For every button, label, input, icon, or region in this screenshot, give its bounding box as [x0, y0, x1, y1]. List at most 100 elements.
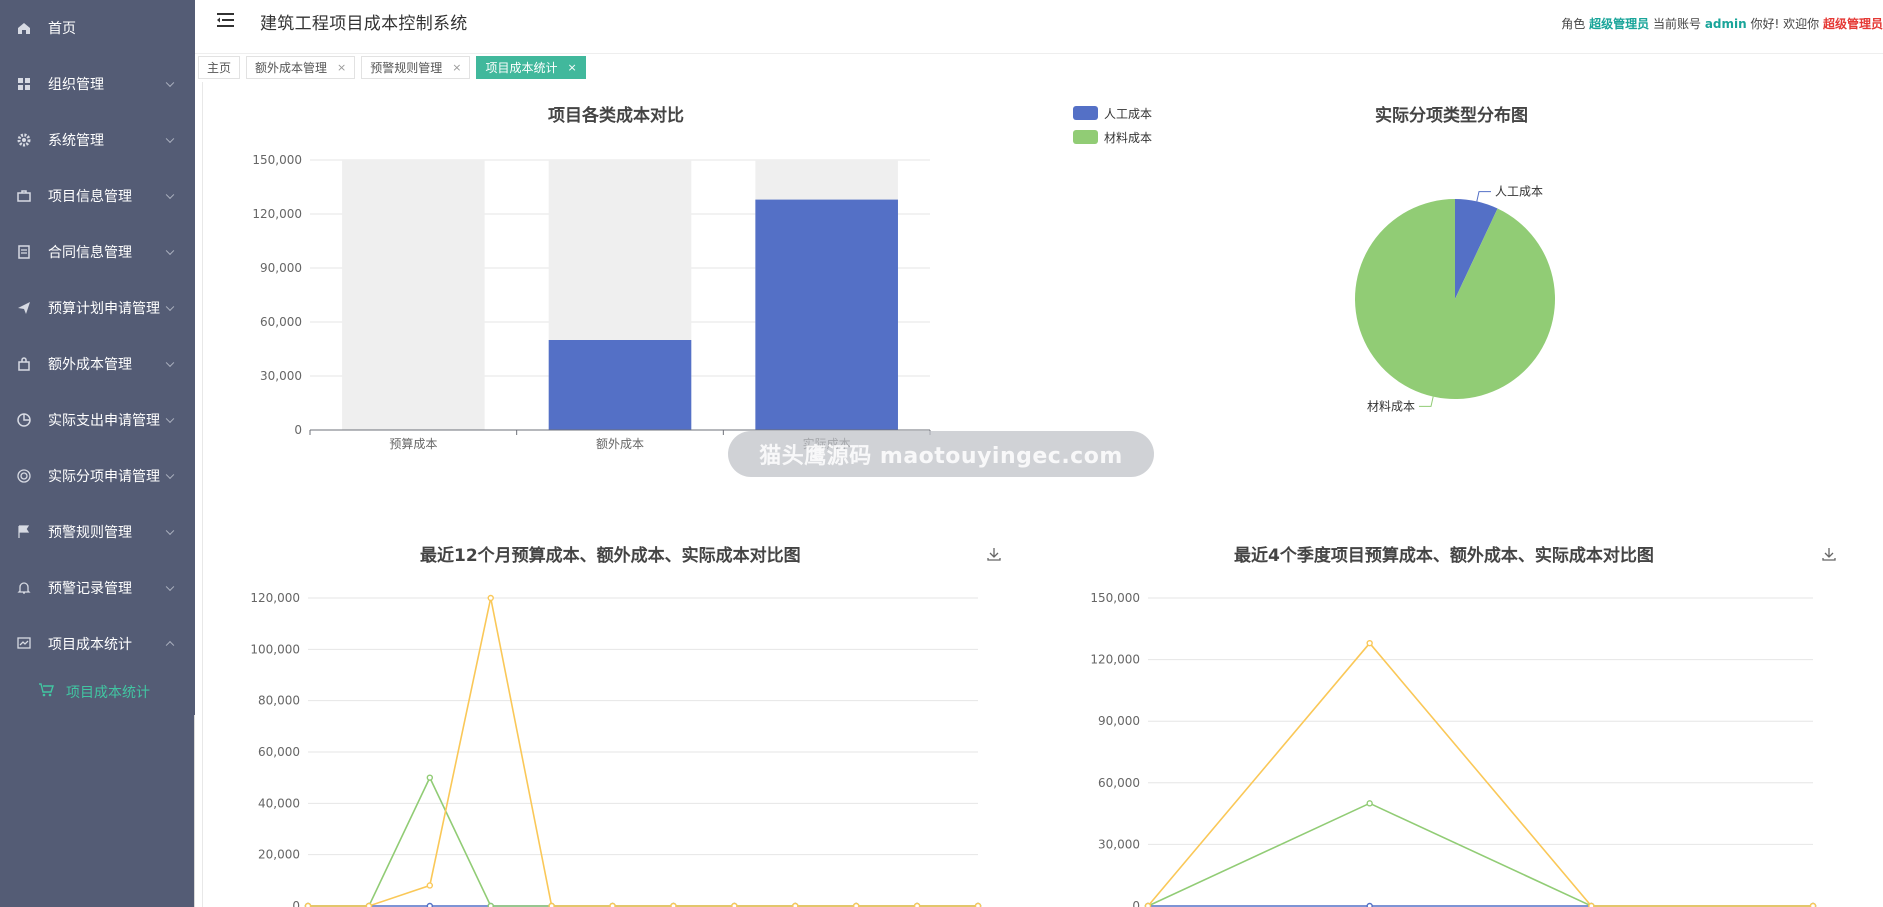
data-point [1588, 902, 1595, 907]
download-icon[interactable] [986, 546, 1002, 566]
sidebar-subitem-project-cost-stats[interactable]: 项目成本统计 [0, 669, 195, 715]
sidebar-item-8[interactable]: 实际分项申请管理 [0, 448, 195, 504]
y-tick-label: 40,000 [258, 796, 300, 810]
account-label: 当前账号 [1652, 17, 1701, 31]
tab-0[interactable]: 主页 [198, 56, 241, 79]
sidebar-item-2[interactable]: 系统管理 [0, 112, 195, 168]
sidebar-item-0[interactable]: 首页 [0, 0, 195, 56]
paper-plane-icon [0, 300, 48, 316]
role-value: 超级管理员 [1589, 17, 1650, 31]
tab-label: 额外成本管理 [255, 61, 328, 75]
data-point [731, 902, 738, 907]
tab-2[interactable]: 预警规则管理 × [361, 56, 471, 79]
data-point [304, 902, 312, 907]
pie-label: 人工成本 [1495, 185, 1543, 199]
data-point [670, 902, 677, 907]
data-point [1366, 800, 1373, 807]
data-point [609, 902, 616, 907]
cart-icon [38, 682, 54, 702]
flag-icon [0, 524, 48, 540]
tab-1[interactable]: 额外成本管理 × [246, 56, 356, 79]
sidebar-item-label: 首页 [48, 21, 76, 37]
data-point [365, 902, 373, 907]
data-point [548, 902, 555, 907]
tab-label: 主页 [207, 61, 232, 75]
y-tick-label: 100,000 [250, 642, 300, 656]
bar-chart-title: 项目各类成本对比 [548, 106, 684, 126]
welcome-name[interactable]: 超级管理员 [1823, 17, 1883, 31]
y-tick-label: 90,000 [260, 261, 302, 275]
close-icon[interactable]: × [452, 61, 461, 74]
gear-icon [0, 132, 48, 148]
bar [548, 340, 692, 430]
monthly-line-chart: 0 20,000 40,000 60,000 80,000 100,000 120,000 [250, 591, 982, 907]
sidebar-item-5[interactable]: 预算计划申请管理 [0, 280, 195, 336]
pie-label: 材料成本 [1367, 399, 1415, 413]
x-tick-label: 预算成本 [389, 436, 437, 451]
x-tick-label: 额外成本 [596, 437, 644, 451]
pie-chart: 人工成本材料成本 [1355, 185, 1555, 413]
y-tick-label: 90,000 [1098, 714, 1140, 728]
y-tick-label: 120,000 [1090, 653, 1140, 667]
sidebar-edge [194, 715, 195, 907]
monthly-line-chart-title: 最近12个月预算成本、额外成本、实际成本对比图 [420, 546, 801, 566]
legend-swatch [1073, 106, 1098, 120]
y-tick-label: 120,000 [250, 591, 300, 605]
legend-item[interactable]: 人工成本 [1073, 101, 1152, 125]
y-tick-label: 120,000 [252, 207, 302, 221]
close-icon[interactable]: × [568, 61, 577, 74]
pie-chart-title: 实际分项类型分布图 [1375, 106, 1528, 126]
data-point [487, 594, 494, 602]
data-point [1366, 639, 1373, 647]
y-tick-label: 150,000 [252, 153, 302, 167]
stats-icon [0, 636, 48, 652]
tab-3[interactable]: 项目成本统计 × [476, 56, 586, 79]
tab-label: 预警规则管理 [370, 61, 443, 75]
y-tick-label: 60,000 [258, 745, 300, 759]
data-point [974, 902, 982, 907]
sidebar-item-9[interactable]: 预警规则管理 [0, 504, 195, 560]
sidebar-item-4[interactable]: 合同信息管理 [0, 224, 195, 280]
y-tick-label: 0 [294, 423, 302, 437]
bar-chart: 0 30,000 60,000 90,000 120,000 150,000 预算成本 额外成… [252, 153, 931, 451]
close-icon[interactable]: × [337, 61, 346, 74]
sidebar-item-3[interactable]: 项目信息管理 [0, 168, 195, 224]
data-point [1366, 902, 1373, 907]
sidebar-item-1[interactable]: 组织管理 [0, 56, 195, 112]
download-icon[interactable] [1821, 546, 1837, 566]
legend-item[interactable]: 材料成本 [1073, 125, 1152, 149]
home-icon [0, 20, 48, 36]
data-point [426, 902, 434, 907]
y-tick-label: 30,000 [260, 369, 302, 383]
data-point [1809, 902, 1817, 907]
target-icon [0, 468, 48, 484]
content-edge [202, 82, 203, 907]
data-point [852, 902, 860, 907]
sidebar-item-11[interactable]: 项目成本统计 [0, 616, 195, 672]
sidebar-item-10[interactable]: 预警记录管理 [0, 560, 195, 616]
grid-icon [0, 76, 48, 92]
y-tick-label: 60,000 [260, 315, 302, 329]
bar [755, 199, 898, 430]
sidebar-item-7[interactable]: 实际支出申请管理 [0, 392, 195, 448]
data-point [426, 882, 434, 889]
pie-icon [0, 412, 48, 428]
briefcase-icon [0, 188, 48, 204]
series-line [1147, 802, 1813, 907]
contract-icon [0, 244, 48, 260]
top-bar: 建筑工程项目成本控制系统 角色 超级管理员 当前账号 admin 你好! 欢迎你… [195, 0, 1883, 54]
user-info: 角色 超级管理员 当前账号 admin 你好! 欢迎你 超级管理员 [1561, 15, 1883, 32]
role-label: 角色 [1561, 17, 1586, 31]
data-point [426, 774, 434, 781]
y-tick-label: 80,000 [258, 694, 300, 708]
bag-icon [0, 356, 48, 372]
account-value: admin [1704, 17, 1747, 31]
bell-icon [0, 580, 48, 596]
y-tick-label: 0 [1132, 899, 1140, 907]
menu-toggle-icon[interactable] [217, 12, 235, 28]
legend-label: 人工成本 [1104, 106, 1153, 121]
data-point [913, 902, 921, 907]
legend-swatch [1073, 130, 1098, 144]
quarterly-line-chart-title: 最近4个季度项目预算成本、额外成本、实际成本对比图 [1234, 546, 1654, 566]
sidebar-item-6[interactable]: 额外成本管理 [0, 336, 195, 392]
